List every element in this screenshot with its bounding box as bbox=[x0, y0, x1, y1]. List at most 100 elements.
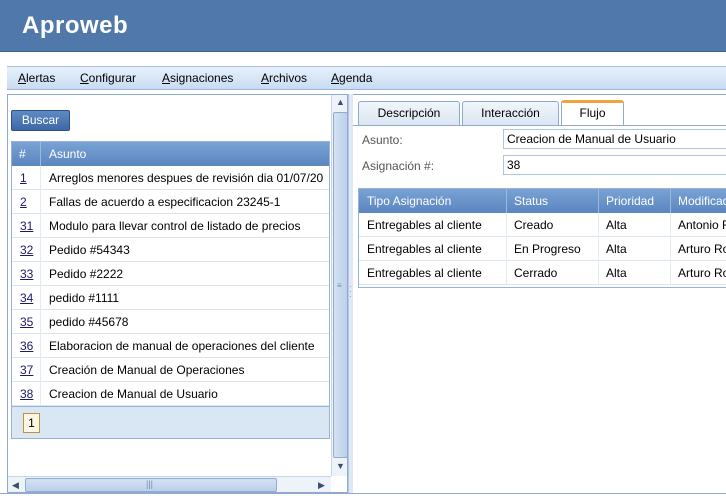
row-number-link[interactable]: 37 bbox=[20, 363, 33, 377]
grip-icon: ≡ bbox=[337, 281, 342, 290]
menu-mnemonic: A bbox=[18, 71, 27, 85]
cell-separator bbox=[40, 358, 41, 382]
cell-separator bbox=[40, 334, 41, 358]
bottom-border bbox=[0, 493, 726, 502]
cell-tipo: Entregables al cliente bbox=[367, 242, 482, 256]
cell-modificado: Arturo Ro bbox=[678, 266, 726, 280]
row-number-link[interactable]: 36 bbox=[20, 339, 33, 353]
cell-separator bbox=[40, 238, 41, 262]
menu-bar: Alertas Configurar Asignaciones Archivos… bbox=[7, 66, 726, 90]
table-row[interactable]: 33 Pedido #2222 bbox=[12, 262, 329, 286]
scroll-up-icon[interactable]: ▲ bbox=[333, 95, 347, 110]
column-separator bbox=[40, 142, 41, 166]
asunto-label: Asunto: bbox=[362, 133, 403, 147]
table-row[interactable]: 35 pedido #45678 bbox=[12, 310, 329, 334]
tab-strip-line bbox=[353, 125, 726, 126]
scroll-right-icon[interactable]: ▶ bbox=[314, 478, 329, 492]
table-row[interactable]: 36 Elaboracion de manual de operaciones d… bbox=[12, 334, 329, 358]
table-row[interactable]: Entregables al cliente Cerrado Alta Arturo … bbox=[359, 261, 726, 285]
column-header-asunto[interactable]: Asunto bbox=[49, 147, 86, 161]
scroll-thumb-horizontal[interactable]: ||| bbox=[25, 478, 277, 492]
scroll-thumb-vertical[interactable]: ≡ bbox=[333, 112, 347, 458]
tab-flujo[interactable]: Flujo bbox=[561, 100, 624, 126]
asignacion-label: Asignación #: bbox=[362, 159, 435, 173]
cell-separator bbox=[598, 237, 599, 261]
table-row[interactable]: 1 Arreglos menores despues de revisión di… bbox=[12, 166, 329, 190]
cell-separator bbox=[40, 286, 41, 310]
cell-prioridad: Alta bbox=[606, 218, 627, 232]
menu-asignaciones[interactable]: Asignaciones bbox=[162, 71, 233, 85]
row-asunto: Modulo para llevar control de listado de… bbox=[49, 219, 301, 233]
asunto-field[interactable]: Creacion de Manual de Usuario bbox=[503, 129, 726, 149]
menu-mnemonic: C bbox=[80, 71, 89, 85]
cell-modificado: Antonio R bbox=[678, 218, 726, 232]
menu-archivos[interactable]: Archivos bbox=[261, 71, 307, 85]
scroll-left-icon[interactable]: ◀ bbox=[8, 478, 23, 492]
table-row[interactable]: 31 Modulo para llevar control de listado … bbox=[12, 214, 329, 238]
row-number-link[interactable]: 33 bbox=[20, 267, 33, 281]
row-asunto: Pedido #2222 bbox=[49, 267, 124, 281]
column-header-modificado[interactable]: Modificado bbox=[678, 194, 726, 208]
column-header-status[interactable]: Status bbox=[514, 194, 548, 208]
cell-separator bbox=[506, 213, 507, 237]
column-separator bbox=[670, 189, 671, 213]
row-asunto: pedido #45678 bbox=[49, 315, 129, 329]
row-number-link[interactable]: 38 bbox=[20, 387, 33, 401]
tab-descripcion[interactable]: Descripción bbox=[358, 101, 460, 125]
page-button[interactable]: 1 bbox=[23, 413, 40, 433]
grid-header: # Asunto bbox=[12, 142, 329, 166]
column-header-tipo[interactable]: Tipo Asignación bbox=[367, 194, 451, 208]
scroll-down-icon[interactable]: ▼ bbox=[333, 459, 347, 474]
row-asunto: Fallas de acuerdo a especificacion 23245… bbox=[49, 195, 281, 209]
table-row[interactable]: 34 pedido #1111 bbox=[12, 286, 329, 310]
menu-label-rest: genda bbox=[339, 71, 373, 85]
cell-separator bbox=[670, 213, 671, 237]
row-number-link[interactable]: 1 bbox=[20, 171, 27, 185]
cell-separator bbox=[506, 237, 507, 261]
row-number-link[interactable]: 35 bbox=[20, 315, 33, 329]
row-number-link[interactable]: 2 bbox=[20, 195, 27, 209]
column-separator bbox=[598, 189, 599, 213]
table-row[interactable]: 38 Creacion de Manual de Usuario bbox=[12, 382, 329, 406]
search-button[interactable]: Buscar bbox=[11, 110, 70, 131]
table-row[interactable]: Entregables al cliente En Progreso Alta Art… bbox=[359, 237, 726, 261]
row-asunto: Arreglos menores despues de revisión dia… bbox=[49, 171, 324, 185]
horizontal-scrollbar[interactable]: ◀ ||| ▶ bbox=[8, 476, 331, 492]
menu-label-rest: lertas bbox=[26, 71, 56, 85]
cell-prioridad: Alta bbox=[606, 242, 627, 256]
app-title: Aproweb bbox=[22, 12, 129, 39]
table-row[interactable]: 32 Pedido #54343 bbox=[12, 238, 329, 262]
asignacion-field[interactable]: 38 bbox=[503, 155, 726, 175]
row-number-link[interactable]: 34 bbox=[20, 291, 33, 305]
table-row[interactable]: 37 Creación de Manual de Operaciones bbox=[12, 358, 329, 382]
header-spacer bbox=[0, 52, 726, 66]
vertical-scrollbar[interactable]: ▲ ≡ ▼ bbox=[331, 95, 347, 476]
cell-separator bbox=[40, 166, 41, 190]
menu-configurar[interactable]: Configurar bbox=[80, 71, 136, 85]
row-number-link[interactable]: 31 bbox=[20, 219, 33, 233]
grip-icon: ||| bbox=[146, 479, 154, 489]
column-header-number[interactable]: # bbox=[19, 147, 26, 161]
row-asunto: pedido #1111 bbox=[49, 291, 120, 305]
menu-label-rest: rchivos bbox=[269, 71, 308, 85]
menu-mnemonic: A bbox=[331, 71, 340, 85]
row-asunto: Pedido #54343 bbox=[49, 243, 130, 257]
tab-interaccion[interactable]: Interacción bbox=[462, 101, 559, 125]
app-header: Aproweb bbox=[0, 0, 726, 52]
column-header-prioridad[interactable]: Prioridad bbox=[606, 194, 654, 208]
menu-agenda[interactable]: Agenda bbox=[331, 71, 372, 85]
cell-separator bbox=[40, 262, 41, 286]
cell-prioridad: Alta bbox=[606, 266, 627, 280]
table-row[interactable]: Entregables al cliente Creado Alta Antonio … bbox=[359, 213, 726, 237]
row-asunto: Creación de Manual de Operaciones bbox=[49, 363, 245, 377]
left-panel: Buscar # Asunto 1 Arreglos menores despue… bbox=[7, 94, 348, 493]
row-number-link[interactable]: 32 bbox=[20, 243, 33, 257]
flow-grid: Tipo Asignación Status Prioridad Modific… bbox=[358, 188, 726, 288]
menu-label-rest: onfigurar bbox=[88, 71, 137, 85]
splitter-grip-icon: · · · bbox=[349, 282, 352, 301]
cell-status: Creado bbox=[514, 218, 554, 232]
column-separator bbox=[506, 189, 507, 213]
cell-separator bbox=[670, 237, 671, 261]
table-row[interactable]: 2 Fallas de acuerdo a especificacion 2324… bbox=[12, 190, 329, 214]
menu-alertas[interactable]: Alertas bbox=[18, 71, 55, 85]
